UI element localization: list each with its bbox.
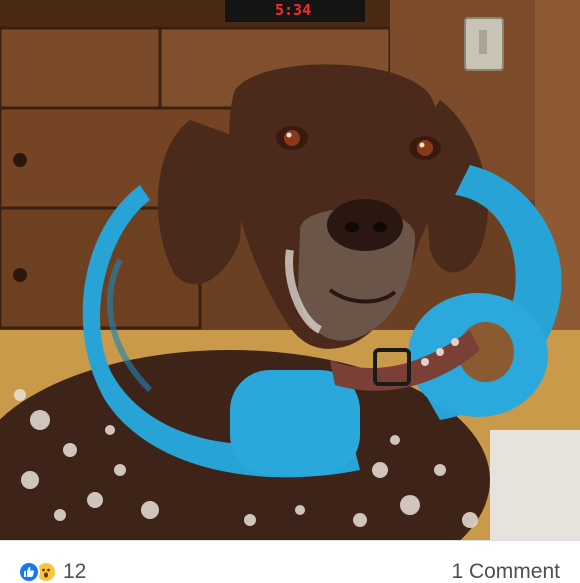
clock-readout: 5:34: [275, 1, 311, 19]
post-photo[interactable]: 5:34: [0, 0, 580, 540]
dog-photo-illustration: 5:34: [0, 0, 580, 540]
reaction-bar: 12 1 Comment: [0, 540, 580, 583]
